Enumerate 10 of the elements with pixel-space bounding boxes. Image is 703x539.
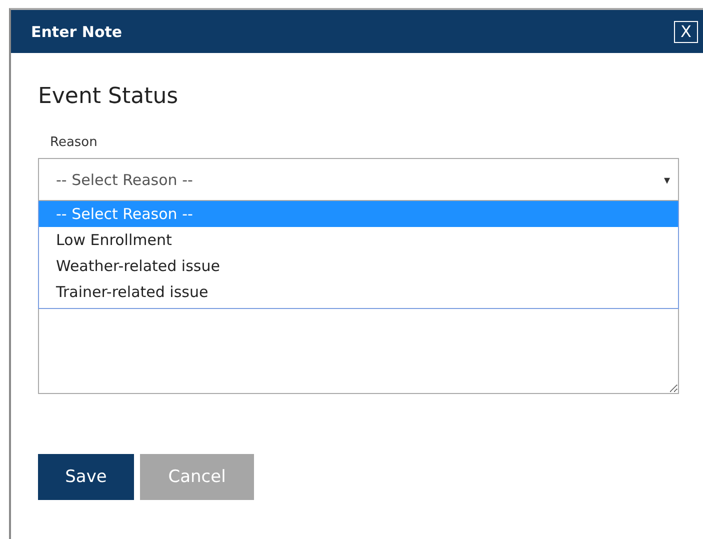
save-button[interactable]: Save (38, 454, 134, 500)
caret-icon: ▾ (664, 172, 670, 186)
section-heading: Event Status (38, 84, 180, 109)
dropdown-option[interactable]: Trainer-related issue (39, 279, 678, 305)
field-label: Reason (50, 135, 98, 150)
dialog-title: Enter Note (31, 22, 122, 40)
reason-select[interactable]: -- Select Reason -- ▾ (38, 158, 679, 201)
close-button[interactable]: X (674, 20, 698, 42)
dropdown-option[interactable]: Low Enrollment (39, 227, 678, 253)
dropdown-option[interactable]: Weather-related issue (39, 253, 678, 279)
